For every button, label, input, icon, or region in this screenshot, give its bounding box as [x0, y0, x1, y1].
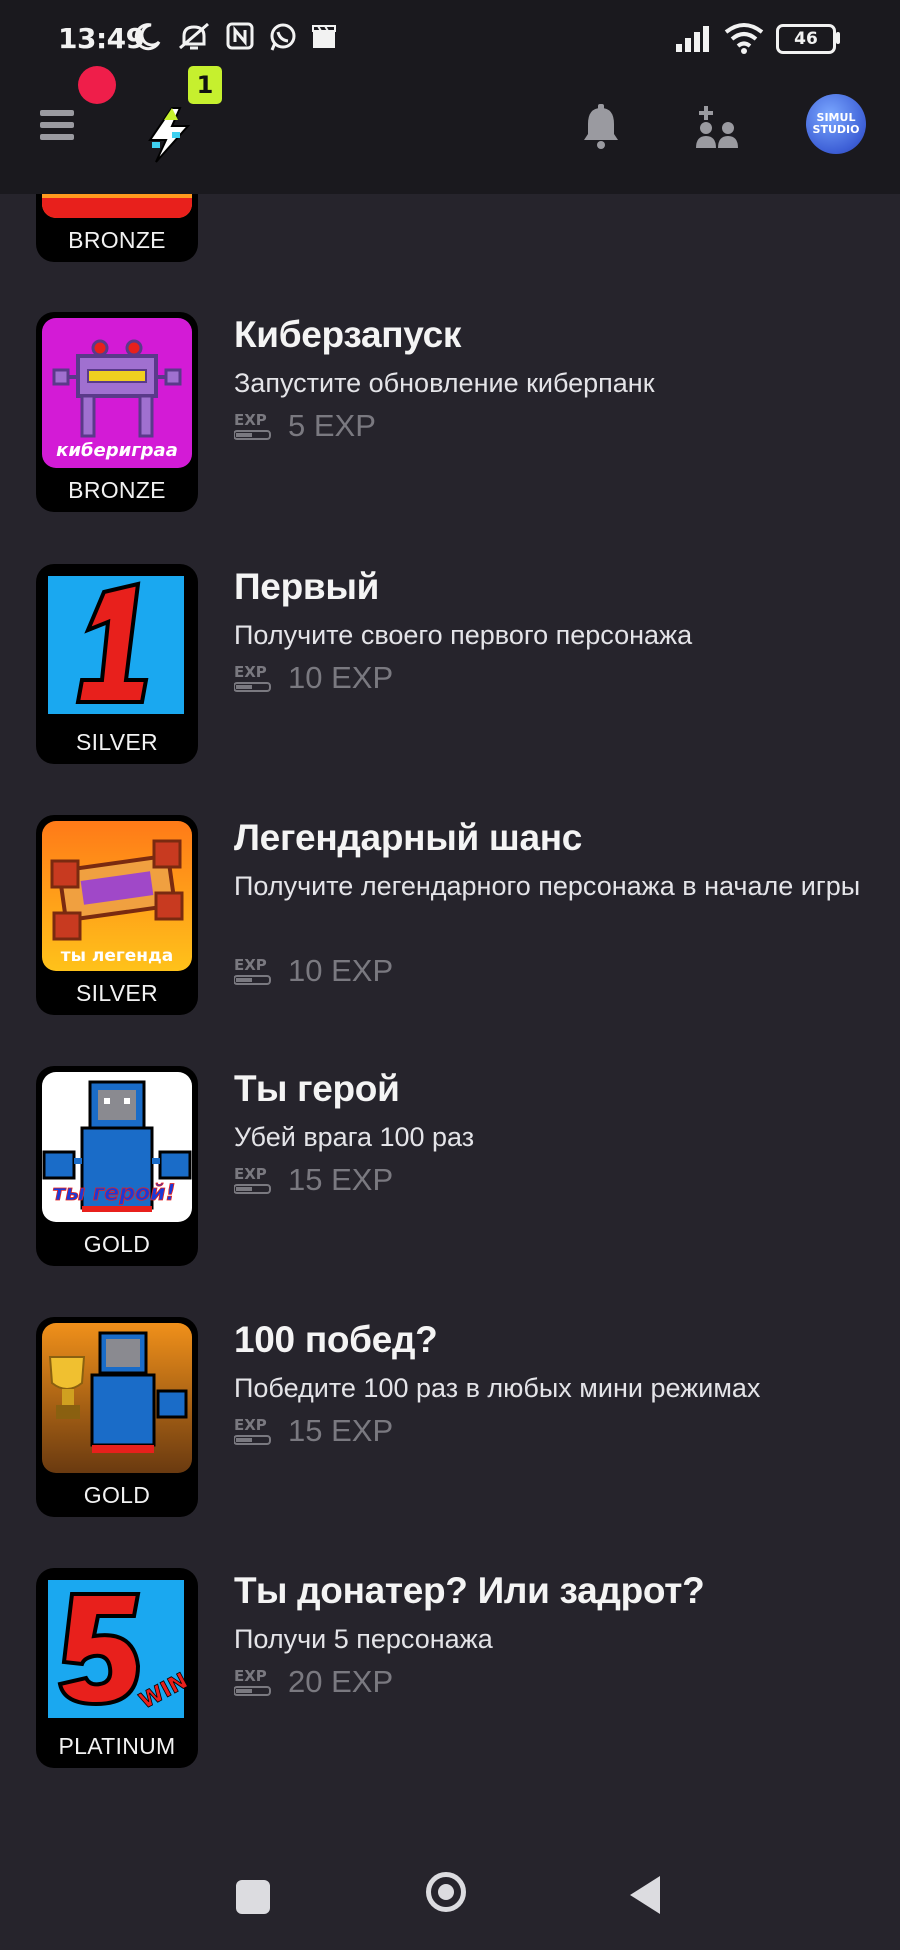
signal-icon — [676, 26, 709, 52]
wifi-icon — [724, 23, 764, 54]
menu-icon[interactable] — [40, 110, 74, 144]
achievement-badge: WIN PLATINUM — [36, 1568, 198, 1768]
achievement-item[interactable]: ты герой! GOLD Ты герой Убей врага 100 р… — [0, 1066, 900, 1266]
bell-icon[interactable] — [582, 104, 620, 150]
achievement-exp: EXP 5 EXP — [234, 408, 376, 444]
achievement-description: Победите 100 раз в любых мини режимах — [234, 1373, 761, 1403]
achievement-exp: EXP 15 EXP — [234, 1162, 393, 1198]
home-icon[interactable] — [426, 1872, 466, 1912]
achievement-item[interactable]: кибериграа BRONZE Киберзапуск Запустите … — [0, 312, 900, 512]
achievement-art: WIN — [42, 1574, 192, 1724]
exp-icon: EXP — [234, 663, 271, 692]
achievement-art: ты легенда — [42, 821, 192, 971]
achievement-badge: SILVER — [36, 564, 198, 764]
achievement-title: Ты донатер? Или задрот? — [234, 1570, 705, 1611]
exp-icon: EXP — [234, 1667, 271, 1696]
exp-icon: EXP — [234, 1416, 271, 1445]
svg-text:EXP: EXP — [234, 411, 267, 429]
exp-icon: EXP — [234, 1165, 271, 1194]
svg-text:EXP: EXP — [234, 1667, 267, 1685]
achievement-description: Получите своего первого персонажа — [234, 620, 693, 650]
achievement-description: Получите легендарного персонажа в начале… — [234, 871, 861, 901]
svg-text:EXP: EXP — [234, 956, 267, 974]
achievement-description: Получи 5 персонажа — [234, 1624, 493, 1654]
achievement-exp: EXP 10 EXP — [234, 660, 393, 696]
exp-value: 15 EXP — [288, 1413, 394, 1448]
notification-badge: 1 — [188, 66, 222, 104]
tier-label: GOLD — [83, 1231, 151, 1257]
battery-icon: 46 — [776, 24, 836, 54]
battery-tip — [836, 32, 840, 44]
recents-icon[interactable] — [236, 1880, 270, 1914]
achievement-description: Запустите обновление киберпанк — [234, 368, 655, 398]
whatsapp-icon — [270, 23, 296, 51]
achievement-item[interactable]: GOLD 100 побед? Победите 100 раз в любых… — [0, 1317, 900, 1517]
art-caption: ты герой! — [52, 1181, 175, 1206]
achievement-item[interactable]: ты легенда SILVER Легендарный шанс Получ… — [0, 815, 900, 1015]
moon-icon — [134, 23, 161, 51]
exp-value: 20 EXP — [288, 1664, 394, 1699]
svg-text:EXP: EXP — [234, 1165, 267, 1183]
record-indicator — [78, 66, 116, 104]
achievement-badge: ты легенда SILVER — [36, 815, 198, 1015]
exp-value: 5 EXP — [288, 408, 376, 443]
achievement-item[interactable]: SILVER Первый Получите своего первого пе… — [0, 564, 900, 764]
tier-label: SILVER — [76, 980, 158, 1006]
status-bar: 13:49 46 — [0, 0, 900, 66]
nfc-icon — [226, 22, 254, 50]
avatar-text-line2: STUDIO — [812, 123, 860, 136]
achievement-exp: EXP 15 EXP — [234, 1413, 393, 1449]
exp-value: 10 EXP — [288, 660, 394, 695]
achievement-title: Легендарный шанс — [234, 817, 583, 858]
tier-label: BRONZE — [68, 477, 166, 503]
achievement-art — [42, 1323, 192, 1473]
achievement-title: Киберзапуск — [234, 314, 462, 355]
achievement-title: Ты герой — [234, 1068, 400, 1109]
system-nav-bar — [0, 1820, 900, 1950]
tier-label: GOLD — [83, 1482, 151, 1508]
clapperboard-icon — [312, 25, 336, 48]
achievement-art: ты герой! — [42, 1072, 192, 1222]
tier-label: BRONZE — [68, 227, 166, 253]
achievement-exp: EXP 20 EXP — [234, 1664, 393, 1700]
exp-value: 15 EXP — [288, 1162, 394, 1197]
exp-icon: EXP — [234, 411, 271, 440]
achievement-description: Убей врага 100 раз — [234, 1122, 475, 1152]
achievement-art — [42, 570, 192, 720]
tier-label: PLATINUM — [58, 1733, 176, 1759]
app-header: 1 SIMUL STUDIO — [0, 66, 900, 194]
alarm-off-icon — [179, 22, 209, 50]
add-friend-icon[interactable] — [694, 104, 740, 150]
achievement-exp: EXP 10 EXP — [234, 953, 393, 989]
bolt-icon[interactable] — [142, 106, 196, 164]
achievements-list[interactable]: BRONZE кибериграа BRONZE Киберзапуск Зап… — [0, 0, 900, 1950]
achievement-badge: ты герой! GOLD — [36, 1066, 198, 1266]
exp-icon: EXP — [234, 956, 271, 985]
back-icon[interactable] — [628, 1874, 662, 1916]
achievement-title: Первый — [234, 566, 380, 607]
achievement-title: 100 побед? — [234, 1319, 438, 1360]
svg-text:EXP: EXP — [234, 663, 267, 681]
battery-level: 46 — [794, 29, 818, 49]
svg-text:EXP: EXP — [234, 1416, 267, 1434]
exp-value: 10 EXP — [288, 953, 394, 988]
achievement-art: кибериграа — [42, 318, 192, 468]
art-caption: ты легенда — [61, 946, 173, 966]
achievement-item[interactable]: WIN PLATINUM Ты донатер? Или задрот? Пол… — [0, 1568, 900, 1768]
avatar[interactable]: SIMUL STUDIO — [806, 94, 866, 154]
art-caption: кибериграа — [56, 440, 178, 461]
achievement-badge: GOLD — [36, 1317, 198, 1517]
achievement-badge: кибериграа BRONZE — [36, 312, 198, 512]
tier-label: SILVER — [76, 729, 158, 755]
